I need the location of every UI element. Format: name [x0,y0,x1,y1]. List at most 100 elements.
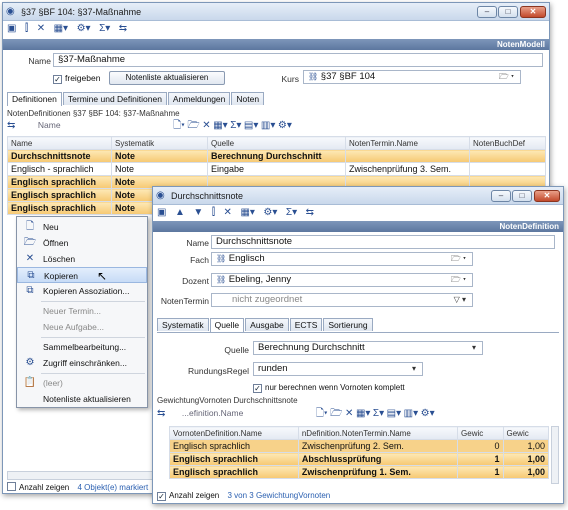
fach-dropdown-icon[interactable]: 🗁 ▾ [451,253,466,265]
grid-open-icon[interactable]: 🗁 [187,120,199,132]
arrow-up-icon[interactable]: ▲ [175,207,185,219]
maximize-button[interactable]: □ [512,190,532,202]
save-icon[interactable]: ▣ [7,23,16,35]
minimize-button[interactable]: – [477,6,497,18]
nur-berechnen-checkbox[interactable]: ✓ nur berechnen wenn Vornoten komplett [253,383,405,393]
name-field[interactable]: Durchschnittsnote [211,235,555,249]
menu-item-notenliste-aktualisieren[interactable]: Notenliste aktualisieren [17,391,147,407]
notentermin-field[interactable]: nicht zugeordnet ▽ ▾ [211,293,473,307]
detail-band: NotenDefinition [153,221,563,232]
grid-tools-icon[interactable]: ⚙▾ [421,408,435,420]
grid-icon[interactable]: ▦▾ [54,23,68,35]
tab-noten[interactable]: Noten [231,92,265,105]
table-row[interactable]: Durchschnittsnote Note Berechnung Durchsch… [7,149,546,163]
delete-icon[interactable]: ✕ [37,23,45,35]
col-vornoten-name[interactable]: VornotenDefinition.Name [169,426,299,440]
notentermin-dropdown-icon[interactable]: ▽ ▾ [454,294,466,306]
anzahl-checkbox[interactable] [7,482,16,491]
close-button[interactable]: ✕ [534,190,560,202]
arrow-down-icon[interactable]: ▼ [193,207,203,219]
grid-sum-icon[interactable]: Σ▾ [230,120,241,132]
grid-view-icon[interactable]: ▦▾ [356,408,370,420]
col-name[interactable]: Name [7,136,112,150]
anzahl-label: Anzahl zeigen [169,491,220,500]
name-label: Name [186,238,209,248]
grid-tools-icon[interactable]: ⚙▾ [278,120,292,132]
maximize-button[interactable]: □ [498,6,518,18]
sum-icon[interactable]: Σ▾ [286,207,297,219]
col-quelle[interactable]: Quelle [207,136,346,150]
fach-field[interactable]: ⛓ Englisch 🗁 ▾ [211,252,473,266]
close-button[interactable]: ✕ [520,6,546,18]
menu-item-leer[interactable]: 📋 (leer) [17,375,147,391]
dozent-field[interactable]: ⛓ Ebeling, Jenny 🗁 ▾ [211,273,473,287]
tab-definitionen[interactable]: Definitionen [7,92,62,106]
link-icon[interactable]: ⇆ [119,23,127,35]
menu-item-neu[interactable]: 🗋 Neu [17,219,147,235]
col-notentermin[interactable]: NotenTermin.Name [345,136,470,150]
link-icon[interactable]: ⇆ [7,120,15,132]
detail-vscrollbar[interactable] [551,426,559,484]
tab-ausgabe[interactable]: Ausgabe [245,318,289,331]
grid-icon[interactable]: ▦▾ [240,207,254,219]
col-systematik[interactable]: Systematik [111,136,208,150]
dozent-dropdown-icon[interactable]: 🗁 ▾ [451,274,466,286]
tab-quelle[interactable]: Quelle [209,318,245,332]
rundungsregel-select[interactable]: runden ▾ [253,362,423,376]
rundungsregel-label: RundungsRegel [188,366,249,376]
fach-label: Fach [190,255,209,265]
grid-delete-icon[interactable]: ✕ [345,408,353,420]
quelle-select[interactable]: Berechnung Durchschnitt ▾ [253,341,483,355]
tools-icon[interactable]: ⚙▾ [263,207,277,219]
sum-icon[interactable]: Σ▾ [99,23,110,35]
link-icon[interactable]: ⇆ [157,408,165,420]
grid-layout-icon[interactable]: ▤▾ [244,120,258,132]
name-field[interactable]: §37-Maßnahme [53,53,543,67]
tab-anmeldungen[interactable]: Anmeldungen [167,92,231,105]
col-gewicht-1[interactable]: Gewic [457,426,504,440]
grid-sum-icon[interactable]: Σ▾ [373,408,384,420]
tab-ects[interactable]: ECTS [289,318,323,331]
minimize-button[interactable]: – [491,190,511,202]
table-row[interactable]: Englisch - sprachlich Note Eingabe Zwischen… [7,162,546,176]
anzahl-checkbox[interactable]: ✓ [157,492,166,501]
menu-item-zugriff-einschraenken[interactable]: ⚙ Zugriff einschränken... [17,355,147,371]
kurs-field[interactable]: ⛓ §37 §BF 104 🗁 ▾ [303,70,521,84]
menu-item-kopieren-assoziation[interactable]: ⧉ Kopieren Assoziation... [17,283,147,299]
delete-icon[interactable]: ✕ [224,207,232,219]
link-icon[interactable]: ⇆ [306,207,314,219]
menu-item-oeffnen[interactable]: 🗁 Öffnen [17,235,147,251]
table-row[interactable]: Englisch sprachlich Abschlussprüfung 1 1,00 [169,452,549,466]
table-row[interactable]: Englisch sprachlich Zwischenprüfung 2. Se… [169,439,549,453]
menu-item-kopieren[interactable]: ⧉ Kopieren [17,267,147,283]
col-gewicht-2[interactable]: Gewic [502,426,549,440]
grid-open-icon[interactable]: 🗁 [330,408,342,420]
menu-item-neuer-termin[interactable]: Neuer Termin... [17,303,147,319]
col-notenbuchdef[interactable]: NotenBuchDef [469,136,546,150]
grid-new-icon[interactable]: 🗋▾ [316,408,328,420]
grid-view-icon[interactable]: ▦▾ [213,120,227,132]
tab-systematik[interactable]: Systematik [157,318,209,331]
grid-layout-icon[interactable]: ▤▾ [387,408,401,420]
main-hscrollbar[interactable] [7,471,157,480]
col-notentermin-name[interactable]: nDefinition.NotenTermin.Name [297,426,459,440]
cell: Englisch - sprachlich [7,162,112,176]
tools-icon[interactable]: ⚙▾ [77,23,91,35]
table-row[interactable]: Englisch sprachlich Zwischenprüfung 1. Se… [169,465,549,479]
attach-icon[interactable]: ⫿ [212,207,215,219]
menu-item-sammelbearbeitung[interactable]: Sammelbearbeitung... [17,339,147,355]
tab-sortierung[interactable]: Sortierung [323,318,373,331]
grid-columns-icon[interactable]: ▥▾ [261,120,275,132]
main-status: Anzahl zeigen 4 Objekt(e) markiert [7,481,148,494]
notenliste-aktualisieren-button[interactable]: Notenliste aktualisieren [109,71,225,85]
grid-columns-icon[interactable]: ▥▾ [404,408,418,420]
menu-item-loeschen[interactable]: ✕ Löschen [17,251,147,267]
attach-icon[interactable]: ⫿ [25,23,28,35]
freigeben-checkbox[interactable]: ✓ freigeben [53,73,100,84]
tab-termine-und-definitionen[interactable]: Termine und Definitionen [62,92,167,105]
grid-delete-icon[interactable]: ✕ [202,120,210,132]
kurs-dropdown-icon[interactable]: 🗁 ▾ [499,71,514,83]
grid-new-icon[interactable]: 🗋▾ [173,120,185,132]
menu-item-neue-aufgabe[interactable]: Neue Aufgabe... [17,319,147,335]
save-icon[interactable]: ▣ [157,207,166,219]
